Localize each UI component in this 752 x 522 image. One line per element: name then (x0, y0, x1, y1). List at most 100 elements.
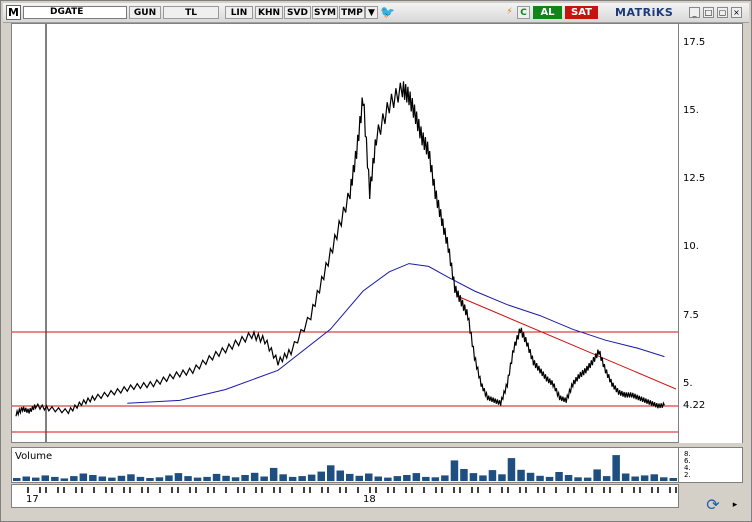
volume-bar (517, 469, 525, 482)
volume-bar (384, 477, 392, 481)
brand-label: MATRiKS (615, 6, 674, 19)
volume-bar (184, 476, 192, 481)
volume-bar (555, 472, 563, 481)
volume-bar (593, 469, 601, 481)
year-label: 18 (363, 494, 376, 505)
volume-bar (288, 476, 297, 481)
volume-bar (155, 477, 164, 482)
volume-bar (327, 465, 335, 482)
price-tick-label: 10. (683, 241, 699, 252)
volume-bar (536, 475, 544, 482)
volume-bar (441, 475, 449, 481)
volume-svg (13, 455, 677, 482)
volume-bar (431, 477, 440, 482)
price-tick-label: 5. (683, 378, 693, 389)
symbol-input[interactable]: DGATE (23, 6, 127, 19)
minimize-icon[interactable]: _ (689, 7, 700, 18)
volume-bar (250, 472, 259, 482)
sym-button[interactable]: SYM (312, 6, 338, 19)
volume-bar (526, 472, 535, 482)
volume-bar (32, 477, 40, 481)
volume-bar (298, 476, 306, 481)
refresh-icon[interactable]: ⟳ (701, 495, 725, 515)
sell-button[interactable]: SAT (565, 6, 598, 19)
volume-bar (507, 458, 516, 481)
volume-bar (60, 478, 69, 481)
current-price-label: 4.22 (683, 400, 706, 411)
volume-bar (127, 474, 135, 482)
volume-bar (621, 473, 630, 481)
maximize-icon[interactable]: ▢ (717, 7, 728, 18)
buy-button[interactable]: AL (533, 6, 562, 19)
volume-bar (241, 475, 249, 481)
volume-bar (307, 474, 316, 481)
volume-tick-label: 2. (684, 471, 691, 479)
price-axis: 17.5 15. 12.5 10. 7.5 5. 4.22 (679, 23, 743, 443)
price-chart-svg (12, 24, 678, 442)
price-chart[interactable] (11, 23, 679, 443)
linear-scale-button[interactable]: LIN (225, 6, 253, 19)
volume-bar (117, 475, 126, 482)
volume-bar (146, 478, 154, 481)
volume-bar (403, 475, 411, 481)
price-series-line (15, 81, 665, 417)
restore-icon[interactable]: □ (703, 7, 714, 18)
volume-bar (279, 474, 287, 482)
volume-bar (583, 477, 592, 481)
volume-bar (317, 471, 325, 481)
price-tick-label: 17.5 (683, 37, 706, 48)
volume-bar (70, 476, 78, 481)
volume-bar (222, 475, 230, 482)
volume-bar (545, 476, 554, 481)
price-tick-label: 12.5 (683, 173, 706, 184)
volume-bar (393, 476, 402, 481)
toolbar: M DGATE GUN TL LIN KHN SVD SYM TMP ▼ 🐦 ⚡… (3, 3, 749, 23)
lightning-icon[interactable]: ⚡ (503, 6, 516, 19)
volume-bar (450, 460, 459, 481)
volume-bar (336, 470, 344, 481)
volume-bar (612, 455, 620, 481)
template-button[interactable]: TMP (339, 6, 365, 19)
volume-bar (355, 475, 363, 482)
volume-bar (193, 477, 202, 481)
volume-bar (51, 476, 59, 481)
volume-axis: 8. 6. 4. 2. (679, 447, 743, 483)
volume-bar (660, 477, 668, 482)
volume-bar (640, 475, 649, 481)
settings-arrow-icon[interactable]: ▸ (727, 495, 743, 515)
volume-bar (269, 467, 278, 481)
volume-bar (669, 478, 677, 481)
volume-bar (203, 476, 211, 481)
volume-bar (602, 476, 611, 481)
volume-bar (374, 476, 382, 481)
svd-button[interactable]: SVD (284, 6, 311, 19)
time-axis[interactable]: 17 18 (11, 484, 679, 508)
volume-bar (631, 476, 639, 481)
volume-bar (165, 475, 173, 481)
year-label: 17 (26, 494, 39, 505)
twitter-icon[interactable]: 🐦 (380, 6, 395, 19)
volume-bar (488, 470, 497, 481)
volume-bar (479, 475, 487, 481)
period-button[interactable]: GUN (129, 6, 161, 19)
volume-bar (41, 475, 49, 481)
refresh-c-icon[interactable]: C (517, 6, 530, 19)
volume-bar (564, 475, 573, 481)
volume-bar (89, 475, 97, 481)
price-tick-label: 7.5 (683, 310, 699, 321)
volume-bar (574, 477, 582, 482)
close-icon[interactable]: × (731, 7, 742, 18)
matriks-logo-button[interactable]: M (6, 5, 21, 20)
volume-panel[interactable]: Volume (11, 447, 679, 483)
volume-bar (422, 476, 430, 481)
volume-bar (231, 477, 240, 482)
currency-button[interactable]: TL (163, 6, 219, 19)
price-tick-label: 15. (683, 105, 699, 116)
khn-button[interactable]: KHN (255, 6, 283, 19)
volume-bar (365, 473, 373, 481)
triangle-down-icon[interactable]: ▼ (365, 6, 378, 19)
volume-bar (650, 474, 658, 482)
volume-bar (98, 476, 107, 481)
volume-bar (346, 473, 354, 481)
volume-bar (212, 473, 221, 481)
